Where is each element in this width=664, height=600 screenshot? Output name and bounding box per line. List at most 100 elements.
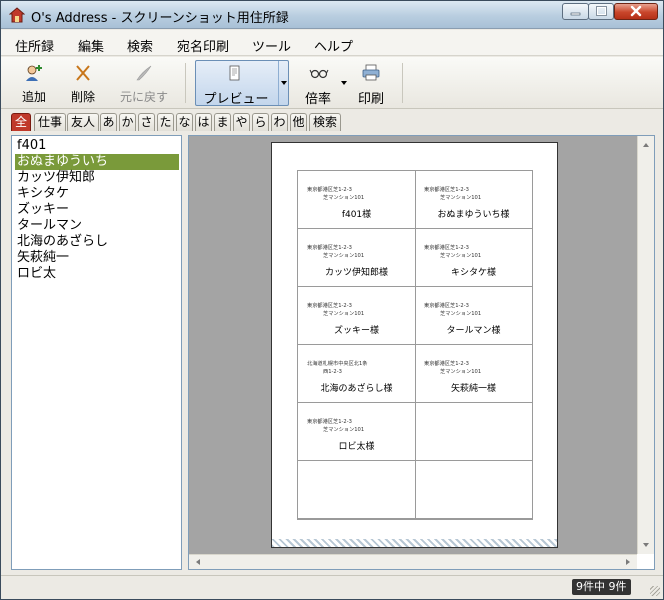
list-item[interactable]: 矢萩純一 [15, 250, 179, 266]
tab-friends[interactable]: 友人 [67, 113, 99, 131]
chevron-down-icon[interactable] [341, 81, 347, 85]
address-label: 東京都港区芝1-2-3 芝マンション101 ズッキー様 [298, 287, 416, 345]
label-address-line2: 芝マンション101 [440, 310, 482, 317]
empty-label [298, 461, 416, 519]
label-address-line2: 西1-2-3 [323, 368, 342, 375]
label-recipient-name: 矢萩純一様 [450, 384, 496, 394]
menu-label-print[interactable]: 宛名印刷 [177, 36, 229, 55]
list-item-selected[interactable]: おぬまゆういち [15, 154, 179, 170]
quill-icon [136, 65, 152, 81]
address-label: 東京都港区芝1-2-3 芝マンション101 おぬまゆういち様 [415, 171, 533, 229]
zoom-button[interactable]: 倍率 [299, 60, 351, 107]
scroll-left-icon[interactable] [191, 555, 205, 569]
tab-all[interactable]: 全 [11, 113, 31, 131]
list-item[interactable]: カッツ伊知郎 [15, 170, 179, 186]
preview-button[interactable]: プレビュー [195, 60, 289, 107]
list-item[interactable]: キシタケ [15, 186, 179, 202]
tab-work[interactable]: 仕事 [34, 113, 66, 131]
menu-help[interactable]: ヘルプ [314, 36, 353, 55]
resize-grip-icon[interactable] [650, 586, 660, 596]
label-address-line2: 芝マンション101 [440, 252, 482, 259]
label-recipient-name: 北海のあざらし様 [320, 384, 393, 394]
label-recipient-name: タールマン様 [446, 326, 501, 336]
label-recipient-name: f401様 [341, 210, 372, 220]
tab-a[interactable]: あ [100, 113, 117, 131]
address-label: 東京都港区芝1-2-3 芝マンション101 カッツ伊知郎様 [298, 229, 416, 287]
label-address-line1: 東京都港区芝1-2-3 [424, 302, 469, 309]
print-button[interactable]: 印刷 [353, 60, 389, 107]
menu-address-book[interactable]: 住所録 [15, 36, 54, 55]
minimize-button[interactable] [562, 3, 589, 20]
window-title: O's Address - スクリーンショット用住所録 [31, 11, 289, 26]
label-address-line1: 東京都港区芝1-2-3 [307, 244, 352, 251]
list-item[interactable]: ロビ太 [15, 266, 179, 282]
menu-bar: 住所録 編集 検索 宛名印刷 ツール ヘルプ [1, 30, 663, 56]
preview-paper: 東京都港区芝1-2-3 芝マンション101 f401様 東京都港区芝1-2-3 … [271, 142, 558, 548]
menu-search[interactable]: 検索 [127, 36, 153, 55]
zoom-label: 倍率 [304, 92, 331, 107]
title-bar[interactable]: O's Address - スクリーンショット用住所録 [1, 1, 663, 29]
label-address-line1: 東京都港区芝1-2-3 [424, 244, 469, 251]
printer-icon [362, 64, 380, 81]
scroll-up-icon[interactable] [638, 138, 654, 152]
toolbar-separator [402, 63, 403, 103]
address-label: 北海道札幌市中央区北1条 西1-2-3 北海のあざらし様 [298, 345, 416, 403]
print-label: 印刷 [357, 92, 384, 107]
vertical-scrollbar[interactable] [637, 136, 654, 554]
maximize-icon [596, 6, 607, 16]
tab-sa[interactable]: さ [138, 113, 155, 131]
label-sheet: 東京都港区芝1-2-3 芝マンション101 f401様 東京都港区芝1-2-3 … [297, 170, 533, 520]
scroll-right-icon[interactable] [621, 555, 635, 569]
label-recipient-name: ズッキー様 [333, 326, 379, 336]
tab-search[interactable]: 検索 [309, 113, 341, 131]
delete-button[interactable]: 削除 [63, 60, 103, 106]
label-address-line1: 東京都港区芝1-2-3 [424, 360, 469, 367]
label-address-line1: 東京都港区芝1-2-3 [307, 186, 352, 193]
cross-icon [76, 65, 90, 81]
preview-dropdown[interactable] [278, 61, 288, 105]
menu-edit[interactable]: 編集 [78, 36, 104, 55]
house-icon [9, 7, 25, 23]
label-address-line1: 東京都港区芝1-2-3 [307, 302, 352, 309]
close-icon [630, 5, 642, 17]
tab-wa[interactable]: わ [271, 113, 288, 131]
tab-ya[interactable]: や [233, 113, 250, 131]
tab-ta[interactable]: た [157, 113, 174, 131]
undo-label: 元に戻す [119, 90, 168, 104]
tab-other[interactable]: 他 [290, 113, 307, 131]
tab-ha[interactable]: は [195, 113, 212, 131]
tab-na[interactable]: な [176, 113, 193, 131]
address-label: 東京都港区芝1-2-3 芝マンション101 矢萩純一様 [415, 345, 533, 403]
address-label: 東京都港区芝1-2-3 芝マンション101 ロビ太様 [298, 403, 416, 461]
name-list[interactable]: f401 おぬまゆういち カッツ伊知郎 キシタケ ズッキー タールマン 北海のあ… [11, 135, 182, 570]
list-item[interactable]: タールマン [15, 218, 179, 234]
tab-ma[interactable]: ま [214, 113, 231, 131]
undo-button[interactable]: 元に戻す [113, 60, 175, 106]
label-address-line2: 芝マンション101 [323, 252, 365, 259]
add-button[interactable]: 追加 [13, 60, 55, 106]
scroll-down-icon[interactable] [638, 538, 654, 552]
horizontal-scrollbar[interactable] [189, 554, 637, 569]
status-bar: 9件中 9件 [1, 575, 663, 599]
label-address-line2: 芝マンション101 [323, 194, 365, 201]
toolbar: 追加 削除 元に戻す プレビュー 倍率 印刷 [1, 57, 663, 109]
preview-canvas[interactable]: 東京都港区芝1-2-3 芝マンション101 f401様 東京都港区芝1-2-3 … [189, 136, 637, 554]
close-button[interactable] [614, 3, 658, 20]
maximize-button[interactable] [588, 3, 614, 20]
tab-ka[interactable]: か [119, 113, 136, 131]
tab-ra[interactable]: ら [252, 113, 269, 131]
glasses-icon [309, 69, 329, 79]
record-count: 9件中 9件 [572, 579, 631, 595]
label-recipient-name: カッツ伊知郎様 [324, 268, 388, 278]
menu-tools[interactable]: ツール [252, 36, 291, 55]
toolbar-separator [185, 63, 186, 103]
list-item[interactable]: 北海のあざらし [15, 234, 179, 250]
label-address-line2: 芝マンション101 [440, 368, 482, 375]
label-recipient-name: おぬまゆういち様 [437, 210, 510, 220]
address-label: 東京都港区芝1-2-3 芝マンション101 f401様 [298, 171, 416, 229]
list-item[interactable]: f401 [15, 138, 179, 154]
preview-page-icon [229, 65, 240, 81]
address-label: 東京都港区芝1-2-3 芝マンション101 キシタケ様 [415, 229, 533, 287]
minimize-icon [570, 12, 581, 16]
list-item[interactable]: ズッキー [15, 202, 179, 218]
